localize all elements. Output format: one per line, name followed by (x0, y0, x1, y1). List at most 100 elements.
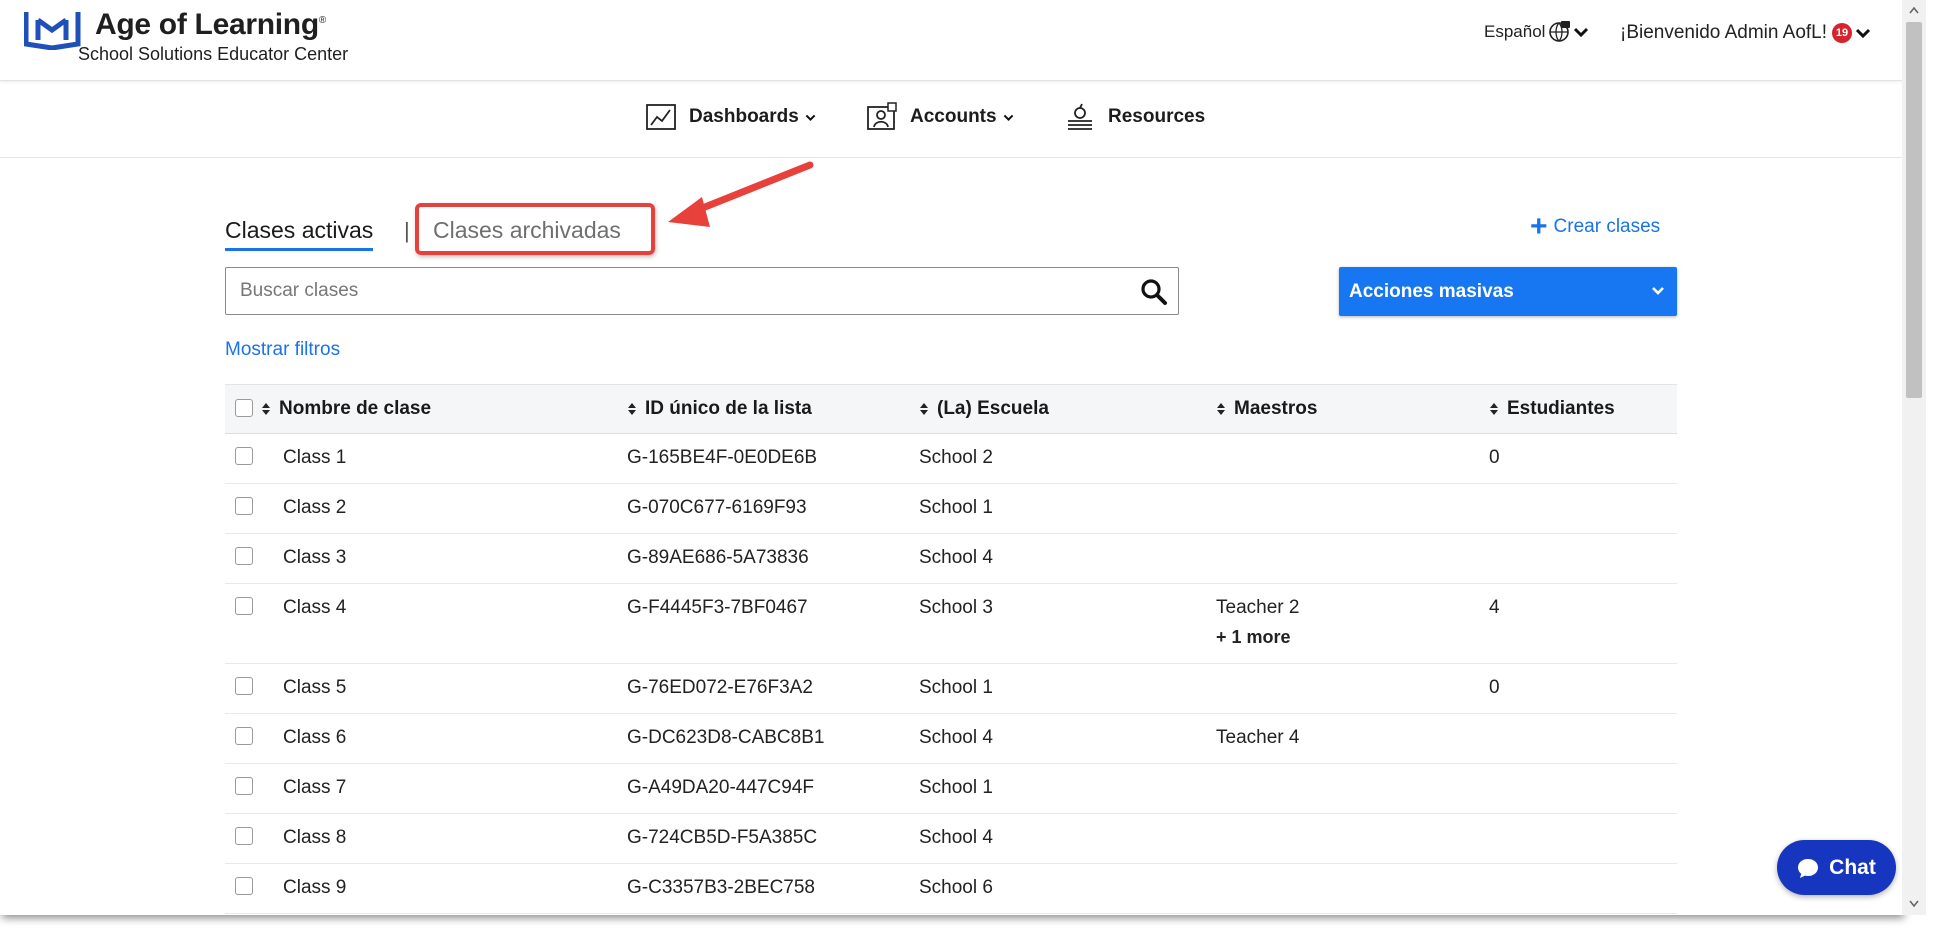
class-name-cell[interactable]: Class 5 (283, 677, 346, 699)
row-checkbox[interactable] (235, 777, 253, 795)
nav-dashboards[interactable]: Dashboards (645, 101, 816, 133)
annotation-arrow-icon (668, 161, 814, 227)
page-scrollbar[interactable] (1902, 0, 1926, 915)
school-cell: School 4 (919, 547, 993, 568)
welcome-text: ¡Bienvenido Admin AofL! (1620, 22, 1828, 43)
list-id-cell: G-F4445F3-7BF0467 (627, 597, 808, 618)
table-row: Class 8 G-724CB5D-F5A385C School 4 (225, 814, 1677, 864)
sort-icon (1490, 403, 1498, 415)
header-teachers[interactable]: Maestros (1216, 398, 1317, 420)
book-apple-icon (1068, 103, 1092, 130)
chart-icon (646, 104, 676, 130)
table-row: Class 4 G-F4445F3-7BF0467 School 3 Teach… (225, 584, 1677, 664)
chevron-down-icon (1652, 287, 1664, 295)
row-checkbox[interactable] (235, 497, 253, 515)
school-cell: School 2 (919, 447, 993, 468)
scrollbar-thumb[interactable] (1906, 22, 1922, 398)
sort-icon (628, 403, 636, 415)
chevron-down-icon (805, 114, 816, 121)
brand-name[interactable]: Age of Learning® (95, 8, 326, 42)
age-of-learning-logo-icon[interactable] (24, 10, 86, 50)
bulk-actions-label: Acciones masivas (1349, 280, 1514, 302)
nav-resources-label: Resources (1108, 106, 1206, 127)
search-icon[interactable] (1140, 278, 1168, 306)
chat-bubble-icon (1798, 858, 1819, 878)
header-school-label: (La) Escuela (937, 398, 1049, 419)
list-id-cell: G-DC623D8-CABC8B1 (627, 727, 825, 748)
teacher-cell: Teacher 2 (1216, 597, 1300, 618)
school-cell: School 6 (919, 877, 993, 898)
sort-icon (1217, 403, 1225, 415)
table-row: Class 6 G-DC623D8-CABC8B1 School 4 Teach… (225, 714, 1677, 764)
account-icon (867, 102, 897, 130)
school-cell: School 4 (919, 827, 993, 848)
create-classes-link[interactable]: + Crear clases (1530, 210, 1661, 243)
row-checkbox[interactable] (235, 597, 253, 615)
list-id-cell: G-724CB5D-F5A385C (627, 827, 818, 848)
class-name-cell[interactable]: Class 8 (283, 827, 346, 849)
row-checkbox[interactable] (235, 727, 253, 745)
header-class-name[interactable]: Nombre de clase (261, 398, 431, 420)
row-checkbox[interactable] (235, 877, 253, 895)
school-cell: School 3 (919, 597, 993, 618)
school-cell: School 1 (919, 677, 993, 698)
nav-accounts[interactable]: Accounts (866, 101, 1014, 133)
list-id-cell: G-A49DA20-447C94F (627, 777, 814, 798)
table-header: Nombre de clase ID único de la lista (La… (225, 384, 1677, 434)
app-window: Age of Learning® School Solutions Educat… (0, 0, 1902, 915)
school-cell: School 1 (919, 497, 993, 518)
header-students[interactable]: Estudiantes (1489, 398, 1615, 420)
school-cell: School 1 (919, 777, 993, 798)
header-students-label: Estudiantes (1507, 398, 1615, 419)
create-classes-label: Crear clases (1553, 216, 1661, 237)
main-nav: Dashboards Accounts Resources (0, 81, 1902, 158)
more-teachers-link[interactable]: + 1 more (1216, 627, 1291, 648)
show-filters-link[interactable]: Mostrar filtros (225, 339, 340, 361)
row-checkbox[interactable] (235, 447, 253, 465)
header-teachers-label: Maestros (1234, 398, 1318, 419)
user-menu[interactable]: ¡Bienvenido Admin AofL! 19 (1620, 22, 1871, 44)
sort-icon (262, 403, 270, 415)
teacher-cell: Teacher 4 (1216, 727, 1300, 748)
class-name-cell[interactable]: Class 1 (283, 447, 346, 469)
class-name-cell[interactable]: Class 6 (283, 727, 346, 749)
annotation-highlight-box (415, 203, 655, 255)
header-class-name-label: Nombre de clase (279, 398, 432, 419)
row-checkbox[interactable] (235, 547, 253, 565)
search-input[interactable] (238, 268, 1122, 314)
bulk-actions-dropdown[interactable]: Acciones masivas (1339, 267, 1677, 316)
row-checkbox[interactable] (235, 677, 253, 695)
table-row: Class 1 G-165BE4F-0E0DE6B School 2 0 (225, 434, 1677, 484)
select-all-checkbox[interactable] (235, 399, 253, 417)
header-list-id[interactable]: ID único de la lista (627, 398, 812, 420)
list-id-cell: G-89AE686-5A73836 (627, 547, 809, 568)
chat-label: Chat (1829, 855, 1876, 879)
nav-resources[interactable]: Resources (1064, 101, 1205, 133)
chat-button[interactable]: Chat (1777, 840, 1896, 895)
students-cell: 4 (1489, 597, 1500, 618)
language-selector[interactable]: Español (1484, 20, 1589, 44)
table-row: Class 3 G-89AE686-5A73836 School 4 (225, 534, 1677, 584)
chevron-down-icon (1574, 27, 1589, 38)
scroll-up-arrow-icon[interactable] (1909, 6, 1919, 14)
sort-icon (920, 403, 928, 415)
header-school[interactable]: (La) Escuela (919, 398, 1049, 420)
scroll-down-arrow-icon[interactable] (1909, 900, 1919, 908)
notification-badge: 19 (1832, 23, 1853, 43)
school-cell: School 4 (919, 727, 993, 748)
list-id-cell: G-76ED072-E76F3A2 (627, 677, 813, 698)
students-cell: 0 (1489, 677, 1500, 698)
class-name-cell[interactable]: Class 4 (283, 597, 346, 619)
class-name-cell[interactable]: Class 9 (283, 877, 346, 899)
plus-icon: + (1530, 210, 1548, 243)
row-checkbox[interactable] (235, 827, 253, 845)
top-header: Age of Learning® School Solutions Educat… (0, 0, 1902, 81)
list-id-cell: G-C3357B3-2BEC758 (627, 877, 815, 898)
class-name-cell[interactable]: Class 3 (283, 547, 346, 569)
class-name-cell[interactable]: Class 7 (283, 777, 346, 799)
tab-active-classes[interactable]: Clases activas (225, 217, 374, 251)
table-row: Class 5 G-76ED072-E76F3A2 School 1 0 (225, 664, 1677, 714)
students-cell: 0 (1489, 447, 1500, 468)
class-name-cell[interactable]: Class 2 (283, 497, 346, 519)
nav-dashboards-label: Dashboards (689, 106, 799, 127)
